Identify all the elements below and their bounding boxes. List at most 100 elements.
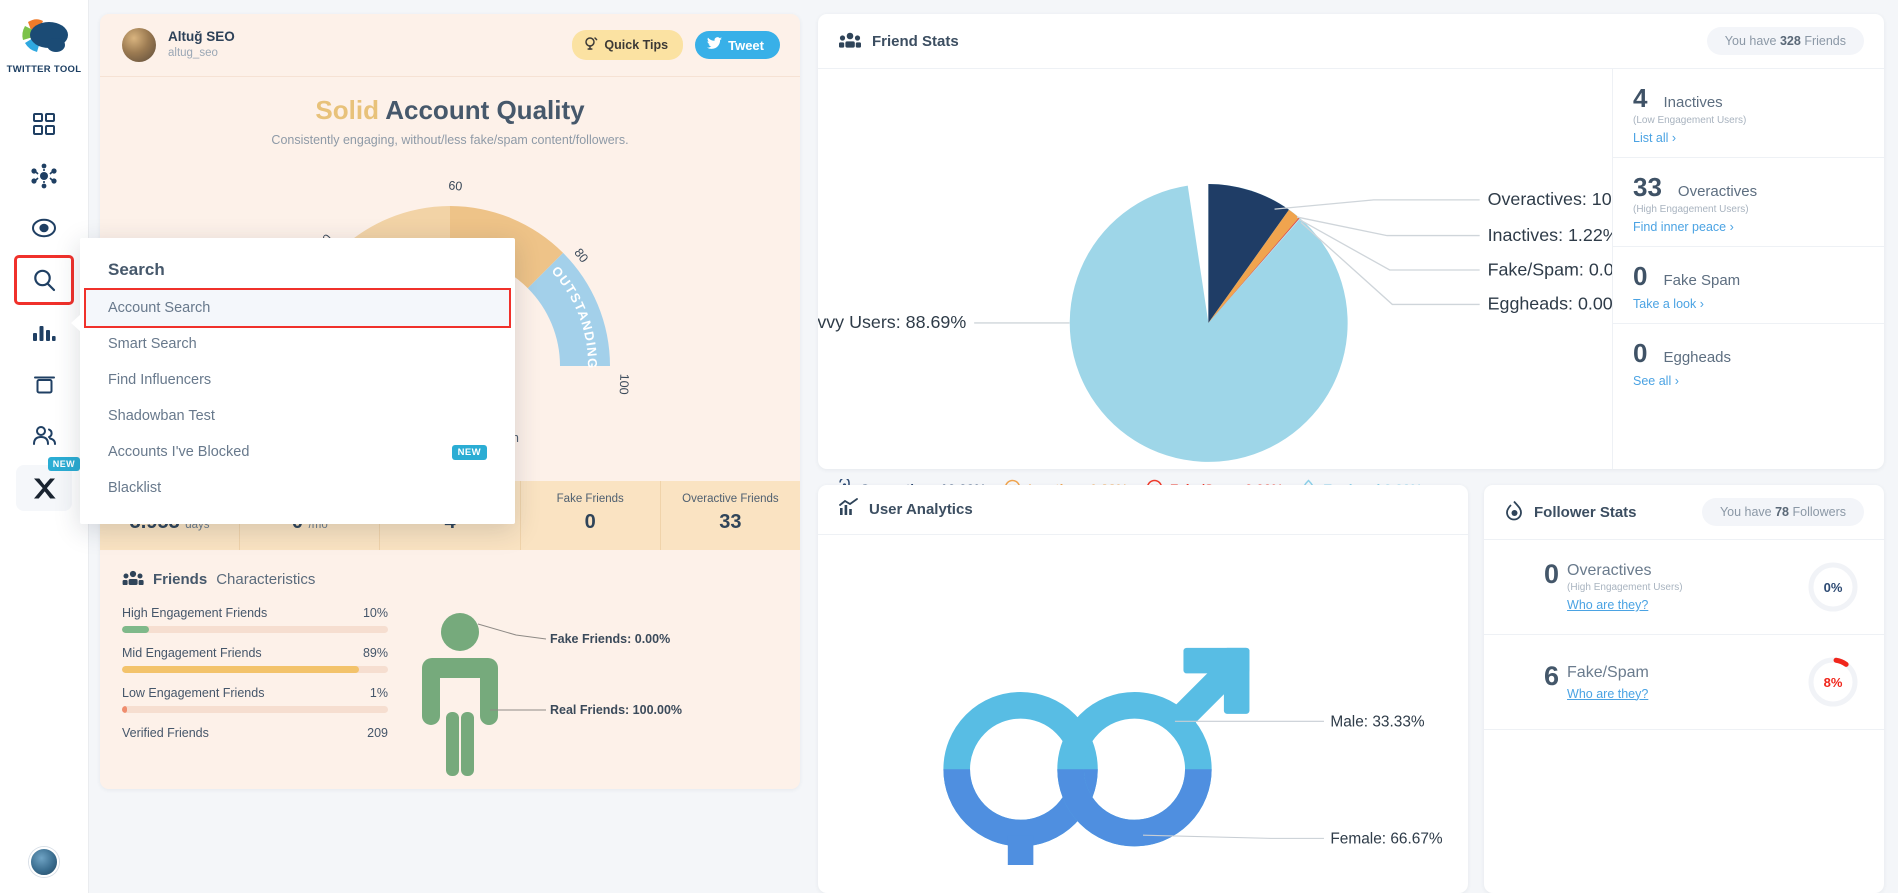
side-count: 4 xyxy=(1633,83,1648,113)
pill-prefix: You have xyxy=(1724,34,1777,48)
side-link-take-a-look[interactable]: Take a look › xyxy=(1633,297,1864,311)
fake-spam-ring-gauge: 8% xyxy=(1806,655,1860,709)
stat-number: 0 xyxy=(584,511,596,533)
ring-value: 0% xyxy=(1823,579,1843,595)
menu-item-accounts-ive-blocked[interactable]: Accounts I've Blocked NEW xyxy=(80,434,515,470)
friend-stats-pie-chart: Social Savvy Users: 88.69% Overactives: … xyxy=(742,69,1653,471)
sidebar-item-network[interactable] xyxy=(16,153,72,199)
dropdown-title: Search xyxy=(108,260,165,279)
grid-icon xyxy=(31,111,57,137)
follower-label: Overactives xyxy=(1567,562,1652,579)
follower-row-fake-spam: 6 Fake/Spam Who are they? 8% xyxy=(1484,635,1884,730)
bar-label: Low Engagement Friends xyxy=(122,686,265,700)
overactives-ring-gauge: 0% xyxy=(1806,560,1860,614)
sidebar-item-analytics[interactable] xyxy=(16,309,72,355)
avatar[interactable] xyxy=(29,847,59,877)
menu-item-label: Blacklist xyxy=(108,480,162,496)
brand-logo[interactable]: TWITTER TOOL xyxy=(7,14,82,75)
bar-value: 89% xyxy=(362,646,388,660)
who-are-they-link[interactable]: Who are they? xyxy=(1567,687,1649,701)
sidebar-item-delete[interactable] xyxy=(16,361,72,407)
pie-label-overactives: Overactives: 10.09% xyxy=(1488,189,1612,209)
side-sub: (High Engagement Users) xyxy=(1633,204,1749,215)
sidebar-item-users[interactable] xyxy=(16,413,72,459)
quality-rating: Solid xyxy=(315,95,379,125)
menu-item-label: Shadowban Test xyxy=(108,408,215,424)
menu-item-smart-search[interactable]: Smart Search xyxy=(80,326,515,362)
page-title: Solid Account Quality xyxy=(100,95,800,126)
followers-count-pill: You have 78 Followers xyxy=(1701,498,1864,526)
real-friends-callout: Real Friends: 100.00% xyxy=(550,703,682,717)
twitter-bird-icon xyxy=(707,37,723,53)
profile-block[interactable]: Altuğ SEO altug_seo xyxy=(122,28,235,62)
side-count: 0 xyxy=(1633,261,1648,291)
circle-target-icon xyxy=(30,215,58,241)
menu-item-label: Accounts I've Blocked xyxy=(108,444,250,460)
sidebar-rail: TWITTER TOOL NEW xyxy=(0,0,88,893)
sidebar-item-search[interactable] xyxy=(14,255,74,305)
side-row-fake-spam: 0 Fake Spam Take a look › xyxy=(1613,247,1884,324)
side-link-list-all[interactable]: List all › xyxy=(1633,131,1864,145)
stat-fake-friends: Fake Friends 0 xyxy=(521,481,661,550)
friends-characteristics-section: Friends Characteristics High Engagement … xyxy=(100,550,800,789)
side-link-find-inner-peace[interactable]: Find inner peace › xyxy=(1633,220,1864,234)
app-root: TWITTER TOOL NEW Search Account Search S… xyxy=(0,0,1898,893)
right-column: Friend Stats You have 328 Friends vvy Us… xyxy=(742,14,1884,893)
side-count: 33 xyxy=(1633,172,1662,202)
user-analytics-card: User Analytics Male: 33.33% Female: 66.6… xyxy=(818,485,1468,893)
bar-fill xyxy=(122,626,149,633)
bar-label: Mid Engagement Friends xyxy=(122,646,262,660)
follower-sub: (High Engagement Users) xyxy=(1567,582,1683,593)
gauge-tick-100: 100 xyxy=(617,373,632,394)
side-label: Inactives xyxy=(1663,94,1723,111)
quality-subtitle: Consistently engaging, without/less fake… xyxy=(271,133,629,147)
gauge-tick-80: 80 xyxy=(571,246,591,266)
menu-item-find-influencers[interactable]: Find Influencers xyxy=(80,362,515,398)
quality-title-rest: Account Quality xyxy=(385,95,585,125)
menu-item-label: Smart Search xyxy=(108,336,197,352)
menu-item-blacklist[interactable]: Blacklist xyxy=(80,470,515,506)
users-icon xyxy=(31,424,58,448)
bar-value: 1% xyxy=(369,686,388,700)
x-logo-icon xyxy=(32,476,57,501)
profile-handle: altug_seo xyxy=(168,46,218,59)
bar-label: High Engagement Friends xyxy=(122,606,268,620)
bar-value: 209 xyxy=(367,726,388,740)
trash-icon xyxy=(32,372,57,397)
menu-item-label: Find Influencers xyxy=(108,372,212,388)
gender-split-chart: Male: 33.33% Female: 66.67% xyxy=(818,535,1468,893)
friends-group-icon xyxy=(122,568,144,590)
pie-label-eggheads: Eggheads: 0.00% xyxy=(1488,294,1612,314)
pie-label-fake-spam: Fake/Spam: 0.00% xyxy=(1488,259,1612,279)
friends-count-pill: You have 328 Friends xyxy=(1706,27,1864,55)
stat-value: 0 xyxy=(525,511,656,534)
menu-item-account-search[interactable]: Account Search xyxy=(84,288,511,328)
who-are-they-link[interactable]: Who are they? xyxy=(1567,598,1683,612)
logo-icon xyxy=(16,14,72,60)
follower-stats-title: Follower Stats xyxy=(1534,503,1637,521)
menu-item-new-badge: NEW xyxy=(451,444,487,460)
x-new-badge: NEW xyxy=(47,457,80,471)
pill-prefix: You have xyxy=(1719,505,1772,519)
pill-count: 328 xyxy=(1779,34,1801,48)
user-analytics-header: User Analytics xyxy=(818,485,1468,535)
stat-overactive-friends: Overactive Friends 33 xyxy=(661,481,800,550)
stat-label: Overactive Friends xyxy=(682,493,779,505)
sidebar-item-dashboard[interactable] xyxy=(16,101,72,147)
friend-stats-header: Friend Stats You have 328 Friends xyxy=(818,14,1884,69)
menu-item-shadowban-test[interactable]: Shadowban Test xyxy=(80,398,515,434)
profile-avatar xyxy=(122,28,156,62)
account-quality-header: Altuğ SEO altug_seo Quick Tips Tweet xyxy=(100,14,800,77)
follower-stats-header: Follower Stats You have 78 Followers xyxy=(1484,485,1884,540)
sidebar-item-target[interactable] xyxy=(16,205,72,251)
network-icon xyxy=(30,163,58,189)
ring-value: 8% xyxy=(1823,674,1843,690)
sidebar-item-x-platform[interactable]: NEW xyxy=(16,457,80,511)
side-row-overactives: 33 Overactives (High Engagement Users) F… xyxy=(1613,158,1884,247)
quick-tips-button[interactable]: Quick Tips xyxy=(572,30,684,60)
side-link-see-all[interactable]: See all › xyxy=(1633,374,1864,388)
tweet-button[interactable]: Tweet xyxy=(695,31,780,59)
friends-characteristics-body: High Engagement Friends 10% Mid Engageme… xyxy=(122,606,778,781)
bar-fill xyxy=(122,666,359,673)
follower-count: 0 xyxy=(1544,559,1560,589)
